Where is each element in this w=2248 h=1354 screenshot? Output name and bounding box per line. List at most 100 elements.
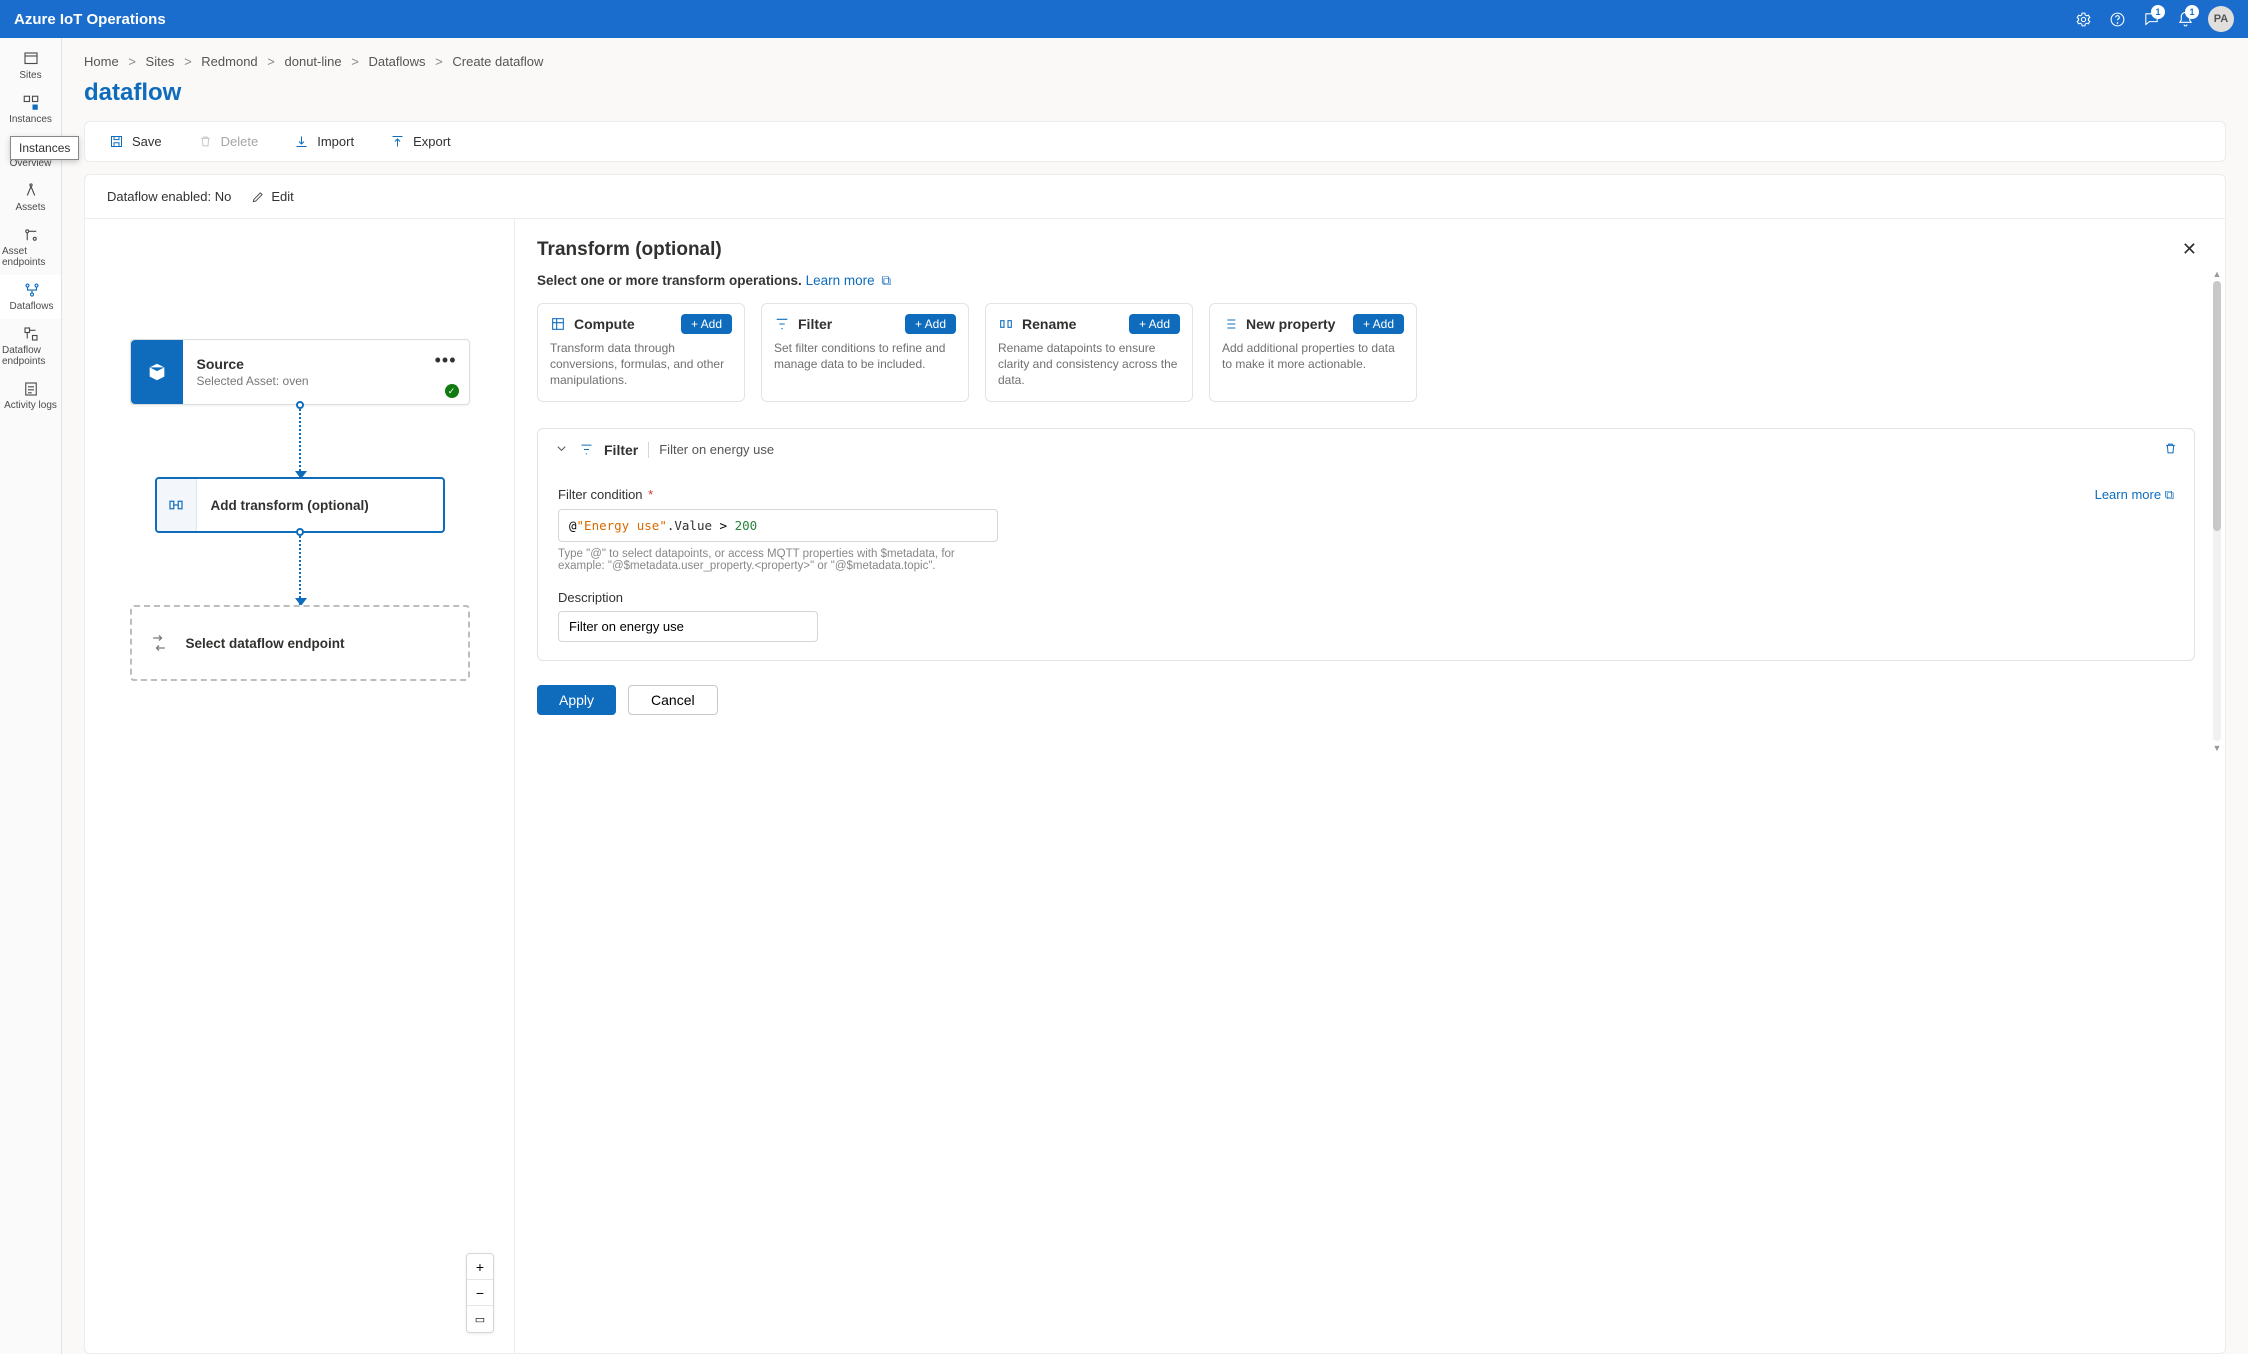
- op-title: Rename: [1022, 316, 1076, 332]
- cond-label: Filter condition: [558, 487, 643, 502]
- breadcrumb-dataflows[interactable]: Dataflows: [368, 54, 425, 69]
- sidenav-item-asset-endpoints[interactable]: Asset endpoints: [0, 220, 61, 275]
- success-icon: [445, 384, 459, 398]
- feedback-badge: 1: [2151, 5, 2165, 19]
- sidenav-item-dataflows[interactable]: Dataflows: [0, 275, 61, 319]
- add-rename-button[interactable]: + Add: [1129, 314, 1180, 334]
- notifications-badge: 1: [2185, 5, 2199, 19]
- applied-name: Filter: [604, 442, 649, 458]
- op-desc: Transform data through conversions, form…: [550, 340, 732, 389]
- op-desc: Add additional properties to data to mak…: [1222, 340, 1404, 372]
- op-title: New property: [1246, 316, 1335, 332]
- add-newprop-button[interactable]: + Add: [1353, 314, 1404, 334]
- topbar: Azure IoT Operations 1 1 PA: [0, 0, 2248, 38]
- delete-button: Delete: [198, 134, 259, 149]
- add-filter-button[interactable]: + Add: [905, 314, 956, 334]
- avatar[interactable]: PA: [2208, 6, 2234, 32]
- sidenav: Sites Instances Overview Assets Asset en…: [0, 38, 62, 1354]
- source-node[interactable]: Source Selected Asset: oven •••: [130, 339, 470, 405]
- source-sub: Selected Asset: oven: [197, 374, 455, 388]
- compute-icon: [550, 316, 566, 332]
- canvas-pane[interactable]: Source Selected Asset: oven •••: [85, 219, 515, 1353]
- more-icon[interactable]: •••: [435, 350, 457, 371]
- op-desc: Set filter conditions to refine and mana…: [774, 340, 956, 372]
- settings-icon[interactable]: [2066, 2, 2100, 36]
- op-title: Compute: [574, 316, 635, 332]
- applied-desc: Filter on energy use: [659, 442, 774, 457]
- edit-link[interactable]: Edit: [251, 189, 293, 204]
- description-input[interactable]: [558, 611, 818, 642]
- op-card-rename: Rename + Add Rename datapoints to ensure…: [985, 303, 1193, 402]
- rename-icon: [998, 316, 1014, 332]
- zoom-in-button[interactable]: +: [467, 1254, 493, 1280]
- scrollbar[interactable]: ▲ ▼: [2211, 269, 2223, 753]
- panel-subheading: Select one or more transform operations.: [537, 273, 802, 288]
- sidenav-label: Instances: [9, 114, 52, 125]
- sidenav-label: Activity logs: [4, 400, 57, 411]
- cancel-button[interactable]: Cancel: [628, 685, 718, 715]
- sidenav-item-activity-logs[interactable]: Activity logs: [0, 374, 61, 418]
- transform-icon: [157, 479, 197, 531]
- op-card-newprop: New property + Add Add additional proper…: [1209, 303, 1417, 402]
- breadcrumb-current: Create dataflow: [452, 54, 543, 69]
- pencil-icon: [251, 190, 265, 204]
- cube-icon: [131, 340, 183, 404]
- transform-label: Add transform (optional): [197, 498, 383, 513]
- sidenav-label: Dataflows: [10, 301, 54, 312]
- notifications-icon[interactable]: 1: [2168, 2, 2202, 36]
- breadcrumb: Home > Sites > Redmond > donut-line > Da…: [84, 38, 2226, 77]
- breadcrumb-home[interactable]: Home: [84, 54, 119, 69]
- import-button[interactable]: Import: [294, 134, 354, 149]
- endpoint-node[interactable]: Select dataflow endpoint: [130, 605, 470, 681]
- sidenav-item-sites[interactable]: Sites: [0, 44, 61, 88]
- add-compute-button[interactable]: + Add: [681, 314, 732, 334]
- filter-icon: [774, 316, 790, 332]
- save-button[interactable]: Save: [109, 134, 162, 149]
- help-icon[interactable]: [2100, 2, 2134, 36]
- transform-node[interactable]: Add transform (optional): [155, 477, 445, 533]
- op-card-compute: Compute + Add Transform data through con…: [537, 303, 745, 402]
- sidenav-item-assets[interactable]: Assets: [0, 176, 61, 220]
- zoom-out-button[interactable]: −: [467, 1280, 493, 1306]
- sidenav-item-dataflow-endpoints[interactable]: Dataflow endpoints: [0, 319, 61, 374]
- condition-input[interactable]: @"Energy use".Value > 200: [558, 509, 998, 542]
- list-icon: [1222, 316, 1238, 332]
- panel-heading: Transform (optional): [537, 239, 2195, 261]
- sidenav-item-instances[interactable]: Instances: [0, 88, 61, 132]
- zoom-fit-button[interactable]: ▭: [467, 1306, 493, 1332]
- sidenav-label: Sites: [19, 70, 41, 81]
- endpoint-label: Select dataflow endpoint: [186, 636, 345, 651]
- external-link-icon: ⧉: [881, 273, 891, 289]
- breadcrumb-redmond[interactable]: Redmond: [201, 54, 257, 69]
- sidenav-label: Dataflow endpoints: [2, 345, 59, 367]
- sidenav-label: Asset endpoints: [2, 246, 59, 268]
- learn-more-condition[interactable]: Learn more ⧉: [2095, 487, 2174, 503]
- right-pane: Transform (optional) ✕ Select one or mor…: [515, 219, 2225, 1353]
- status-bar: Dataflow enabled: No Edit: [84, 174, 2226, 219]
- filter-icon: [579, 442, 594, 457]
- breadcrumb-donut-line[interactable]: donut-line: [285, 54, 342, 69]
- endpoint-icon: [132, 633, 186, 653]
- page-title: dataflow: [84, 79, 2226, 107]
- sidenav-label: Assets: [15, 202, 45, 213]
- sidenav-tooltip: Instances: [10, 136, 79, 160]
- op-desc: Rename datapoints to ensure clarity and …: [998, 340, 1180, 389]
- export-button[interactable]: Export: [390, 134, 451, 149]
- toolbar: Save Delete Import Export: [84, 121, 2226, 162]
- desc-label: Description: [558, 590, 2174, 605]
- learn-more-link[interactable]: Learn more ⧉: [806, 273, 891, 288]
- main: Home > Sites > Redmond > donut-line > Da…: [62, 38, 2248, 1354]
- chevron-down-icon[interactable]: [554, 441, 569, 459]
- condition-hint: Type "@" to select datapoints, or access…: [558, 548, 998, 572]
- applied-filter-panel: Filter Filter on energy use Filter condi…: [537, 428, 2195, 661]
- feedback-icon[interactable]: 1: [2134, 2, 2168, 36]
- enabled-label: Dataflow enabled:: [107, 189, 211, 204]
- breadcrumb-sites[interactable]: Sites: [146, 54, 175, 69]
- delete-icon[interactable]: [2163, 441, 2178, 459]
- brand: Azure IoT Operations: [14, 11, 166, 28]
- apply-button[interactable]: Apply: [537, 685, 616, 715]
- zoom-controls: + − ▭: [466, 1253, 494, 1333]
- op-card-filter: Filter + Add Set filter conditions to re…: [761, 303, 969, 402]
- close-icon[interactable]: ✕: [2182, 239, 2197, 260]
- source-title: Source: [197, 356, 455, 372]
